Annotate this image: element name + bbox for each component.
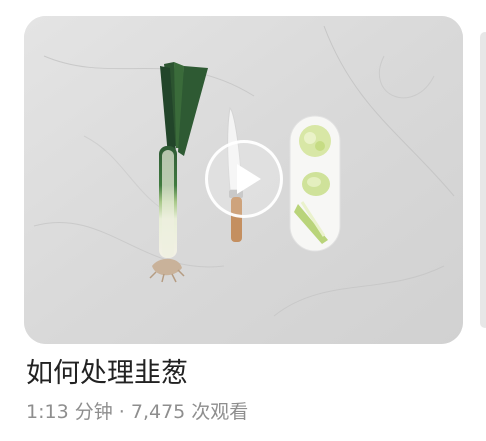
video-views: 7,475 次观看 — [130, 401, 249, 423]
video-duration: 1:13 分钟 — [26, 401, 113, 423]
video-list-page: 如何处理韭葱 1:13 分钟 · 7,475 次观看 — [0, 0, 486, 441]
play-button[interactable] — [205, 140, 283, 218]
next-video-card-edge[interactable] — [480, 32, 486, 328]
video-title[interactable]: 如何处理韭葱 — [26, 356, 188, 392]
meta-separator: · — [118, 401, 125, 423]
video-thumbnail-card[interactable] — [24, 16, 463, 344]
video-meta: 1:13 分钟 · 7,475 次观看 — [26, 398, 248, 426]
plate-illustration — [289, 115, 341, 252]
play-icon — [237, 164, 261, 194]
